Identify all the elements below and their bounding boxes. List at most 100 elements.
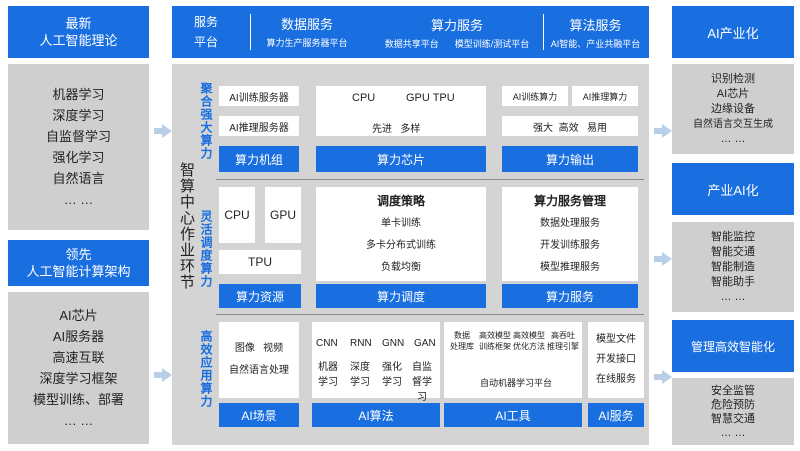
ai-tool-footer: AI工具 [444,403,582,427]
band-divider [216,179,644,180]
tool-automl: 自动机器学习平台 [480,378,553,388]
scheduling-strategy-box: 调度策略 单卡训练 多卡分布式训练 负载均衡 [316,187,486,281]
algo-rnn: RNN [350,338,372,349]
compute-output-footer: 算力输出 [502,146,638,172]
left-theory-header: 最新 人工智能理论 [8,6,149,58]
ai-service-box: 模型文件 开发接口 在线服务 [588,322,644,398]
ai-service-item: 开发接口 [596,354,636,365]
arrow-right-icon [154,124,172,138]
service-platform-label: 服务 平台 [176,10,236,54]
divider [250,14,251,50]
resource-cpu: CPU [219,187,255,243]
tool-optimize: 高效模型 优化方法 [513,331,545,351]
compute-service-block: 算力服务 数据共享平台 模型训练/测试平台 [372,10,542,54]
list-item: 智能助手 [711,275,755,288]
compute-service-sub2: 模型训练/测试平台 [454,38,530,49]
list-item: 深度学习 [52,108,105,123]
compute-chip-footer: 算力芯片 [316,146,486,172]
service-label-line2: 平台 [193,35,218,49]
list-item: 强化学习 [52,150,105,165]
list-item: 模型训练、部署 [32,392,124,407]
left-arch-list: AI芯片 AI服务器 高速互联 深度学习框架 模型训练、部署 … … [8,292,149,444]
list-item: AI芯片 [716,87,750,100]
list-item: 智能交通 [711,245,755,258]
ai-service-item: 模型文件 [596,334,636,345]
schedule-item: 单卡训练 [381,218,421,229]
resource-tpu: TPU [219,250,301,274]
list-item: 机器学习 [52,87,105,102]
algo-dl: 深度 学习 [350,362,370,388]
right-industry-ai-list: 智能监控 智能交通 智能制造 智能助手 … … [672,222,794,312]
list-item: … … [63,192,94,207]
scene-item: 自然语言处理 [229,365,289,376]
algo-service-title: 算法服务 [569,17,622,33]
algo-gan: GAN [414,338,436,349]
list-item: … … [720,426,746,439]
algo-cnn: CNN [316,338,338,349]
compute-service-title: 算力服务 [430,17,483,33]
band3-label: 高效应用算力 [199,330,213,408]
service-platform-bar: 服务 平台 数据服务 算力生产服务器平台 算力服务 数据共享平台 模型训练/测试… [172,6,649,58]
compute-chip-box: CPU GPU TPU 先进 多样 [316,86,486,136]
tool-train-framework: 高效模型 训练框架 [479,331,511,351]
ai-tool-box: 数据 处理库 高效模型 训练框架 高效模型 优化方法 高吞吐 推理引擎 自动机器学习平台 [444,322,582,398]
data-service-title: 数据服务 [280,17,333,32]
ai-inference-server: AI推理服务器 [219,116,299,136]
ai-scene-box: 图像 视频 自然语言处理 [219,322,299,398]
right-mgmt-header: 管理高效智能化 [672,320,794,372]
algo-ssl: 自监 督学习 [412,362,432,403]
schedule-item: 负载均衡 [381,262,421,273]
compute-service-footer: 算力服务 [502,284,638,308]
service-mgmt-item: 数据处理服务 [540,218,600,229]
chip-cpu: CPU [352,92,376,104]
compute-resource-footer: 算力资源 [219,284,301,308]
tool-data-lib: 数据 处理库 [450,331,474,351]
ai-scene-footer: AI场景 [219,403,299,427]
algo-gnn: GNN [382,338,405,349]
band-divider [216,314,644,315]
chip-gpu-tpu: GPU TPU [406,92,455,104]
right-ai-industrialization-list: 识别检测 AI芯片 边缘设备 自然语言交互生成 … … [672,64,794,154]
algo-ml: 机器 学习 [318,362,338,388]
resource-gpu: GPU [265,187,301,243]
left-theory-title-line1: 最新 [65,16,92,31]
list-item: AI服务器 [52,329,105,344]
ai-training-compute: AI训练算力 [502,86,568,106]
list-item: 安全监管 [711,384,755,397]
service-mgmt-item: 模型推理服务 [540,262,600,273]
ai-service-item: 在线服务 [596,374,636,385]
left-theory-list: 机器学习 深度学习 自监督学习 强化学习 自然语言 … … [8,64,149,230]
right-industry-ai-header: 产业AI化 [672,163,794,215]
list-item: … … [720,132,746,145]
scene-item: 图像 视频 [234,343,284,354]
compute-cluster-footer: 算力机组 [219,146,299,172]
ai-algorithm-box: CNN RNN GNN GAN 机器 学习 深度 学习 强化 学习 自监 督学习 [312,322,440,403]
arrow-right-icon [654,124,672,138]
band1-label: 聚合强大算力 [199,82,213,160]
compute-output-desc: 强大 高效 易用 [502,116,638,136]
service-mgmt-item: 开发训练服务 [540,240,600,251]
service-mgmt-title: 算力服务管理 [533,194,606,208]
list-item: 边缘设备 [711,102,755,115]
compute-schedule-footer: 算力调度 [316,284,486,308]
list-item: 自然语言 [52,171,105,186]
list-item: 自然语言交互生成 [693,118,773,130]
arrow-right-icon [654,370,672,384]
schedule-item: 多卡分布式训练 [366,240,436,251]
arrow-right-icon [654,252,672,266]
chip-desc: 先进 多样 [372,124,421,135]
list-item: 危险预防 [711,398,755,411]
compute-service-mgmt-box: 算力服务管理 数据处理服务 开发训练服务 模型推理服务 [502,187,638,281]
ai-service-footer: AI服务 [588,403,644,427]
center-side-title: 智算中心作业环节 [178,162,195,290]
list-item: 高速互联 [52,350,105,365]
list-item: 智能制造 [711,260,755,273]
left-arch-title-line1: 领先 [65,247,92,262]
list-item: 识别检测 [711,72,755,85]
left-theory-title-line2: 人工智能理论 [39,33,118,48]
algo-service-block: 算法服务 AI智能、产业共融平台 [544,10,647,54]
list-item: … … [720,290,746,303]
list-item: 智能监控 [711,230,755,243]
list-item: … … [63,413,94,428]
ai-training-server: AI训练服务器 [219,86,299,106]
